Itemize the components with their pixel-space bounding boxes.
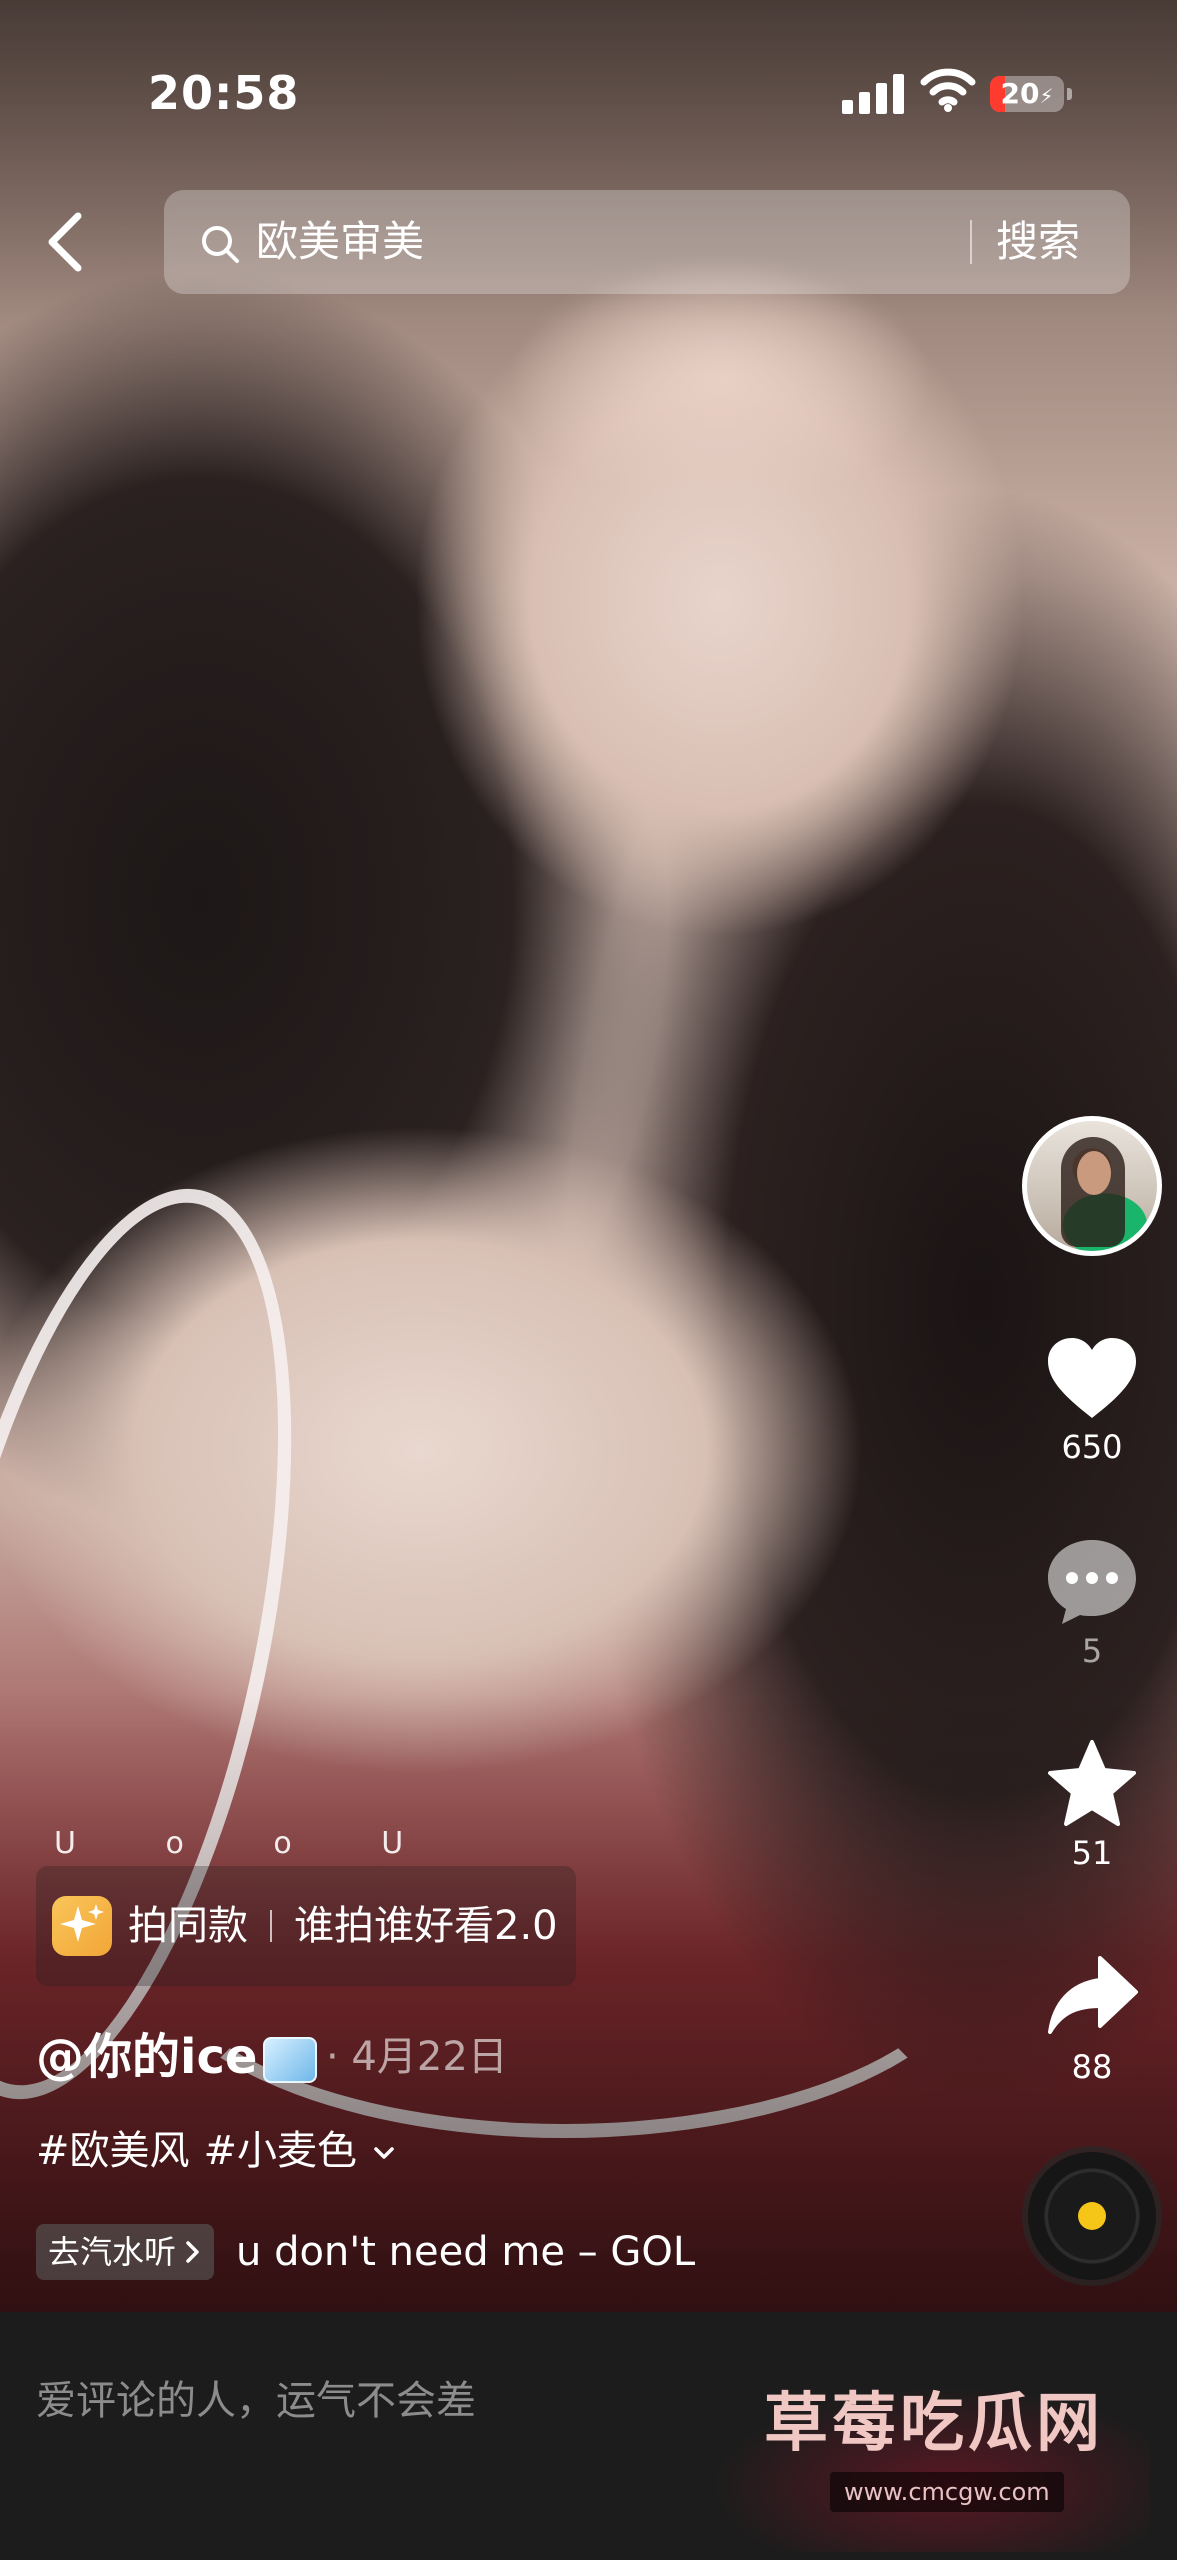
comment-count: 5 <box>1081 1632 1103 1670</box>
battery-tip <box>1067 88 1072 100</box>
ice-emoji-icon <box>263 2037 318 2083</box>
search-icon <box>202 226 239 263</box>
avatar-face <box>1077 1151 1111 1195</box>
star-icon <box>1048 1740 1136 1826</box>
hashtag[interactable]: #小麦色 <box>204 2128 358 2174</box>
share-button[interactable]: 88 <box>1040 1952 1144 2086</box>
post-date: · 4月22日 <box>326 2034 508 2080</box>
music-title[interactable]: u don't need me – GOL <box>236 2222 695 2282</box>
comment-icon <box>1048 1540 1136 1624</box>
effect-hint: U o o U <box>54 1826 444 1861</box>
music-disc-center <box>1078 2202 1106 2230</box>
hashtag[interactable]: #欧美风 <box>36 2128 190 2174</box>
share-count: 88 <box>1071 2048 1113 2086</box>
author-avatar[interactable] <box>1022 1116 1162 1256</box>
share-icon <box>1048 1956 1138 2034</box>
post-tags: #欧美风 #小麦色 <box>36 2118 397 2176</box>
favorite-button[interactable]: 51 <box>1040 1738 1144 1872</box>
watermark-title: 草莓吃瓜网 <box>764 2387 1104 2461</box>
effect-label: 拍同款 <box>128 1903 248 1949</box>
chevron-right-icon <box>186 2241 199 2263</box>
battery-icon: 20⚡ <box>990 76 1064 112</box>
author-name[interactable]: @你的ice <box>36 2022 318 2092</box>
author-handle: @你的ice <box>36 2029 258 2085</box>
status-bar: 20:58 20⚡ <box>0 0 1177 190</box>
music-disc-icon[interactable] <box>1028 2152 1156 2280</box>
back-icon[interactable] <box>36 208 96 276</box>
signal-icon <box>842 72 904 114</box>
watermark-logo: 草莓吃瓜网 www.cmcgw.com <box>700 2332 1150 2552</box>
battery-level: 20 <box>1000 77 1040 110</box>
effect-separator <box>270 1910 272 1942</box>
comment-bar: 爱评论的人，运气不会差 草莓吃瓜网 www.cmcgw.com <box>0 2312 1177 2560</box>
search-input[interactable]: 欧美审美 <box>256 190 424 294</box>
search-divider <box>970 220 972 264</box>
effect-name: 谁拍谁好看2.0 <box>294 1903 558 1949</box>
comment-button[interactable]: 5 <box>1040 1536 1144 1670</box>
search-button[interactable]: 搜索 <box>996 190 1080 294</box>
like-count: 650 <box>1061 1428 1123 1466</box>
sparkle-icon <box>52 1896 112 1956</box>
effect-chip[interactable]: 拍同款 谁拍谁好看2.0 <box>36 1866 576 1986</box>
heart-icon <box>1048 1338 1136 1418</box>
favorite-count: 51 <box>1071 1834 1113 1872</box>
search-bar[interactable]: 欧美审美 搜索 <box>164 190 1130 294</box>
charging-icon: ⚡ <box>1039 84 1054 108</box>
video-shade-bottom <box>0 1692 1177 2312</box>
open-in-qishui-button[interactable]: 去汽水听 <box>36 2224 215 2280</box>
chevron-down-icon[interactable] <box>371 2140 397 2166</box>
watermark-url: www.cmcgw.com <box>830 2472 1064 2512</box>
status-time: 20:58 <box>148 66 300 120</box>
comment-input[interactable]: 爱评论的人，运气不会差 <box>36 2368 476 2426</box>
wifi-icon <box>920 68 976 112</box>
like-button[interactable]: 650 <box>1040 1334 1144 1466</box>
music-chip-label: 去汽水听 <box>48 2233 177 2271</box>
